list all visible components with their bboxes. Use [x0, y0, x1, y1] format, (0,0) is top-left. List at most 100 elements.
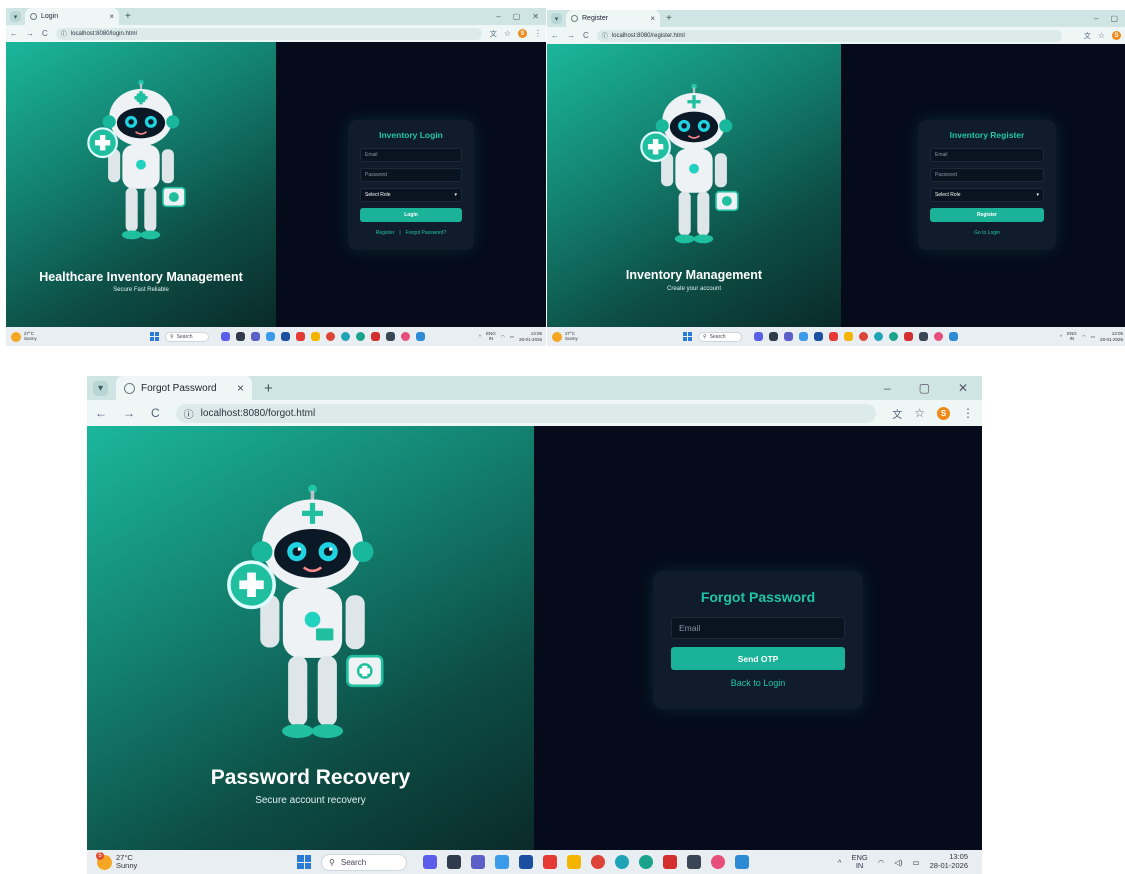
language-indicator[interactable]: ENG IN [1067, 331, 1077, 342]
chrome-icon[interactable] [326, 332, 335, 341]
tab-search-button[interactable]: ▾ [551, 13, 562, 24]
chevron-up-icon[interactable]: ^ [838, 858, 842, 867]
bookmark-star-icon[interactable]: ☆ [504, 29, 511, 38]
reload-button[interactable]: C [42, 29, 48, 38]
reload-button[interactable]: C [151, 406, 160, 420]
battery-icon[interactable]: ▭ [510, 334, 514, 340]
language-indicator[interactable]: ENG IN [851, 853, 867, 871]
email-field[interactable]: Email [360, 148, 462, 162]
password-field[interactable]: Password [360, 168, 462, 182]
weather-widget[interactable]: 5 27°C Sunny [96, 851, 137, 870]
chevron-up-icon[interactable]: ^ [479, 334, 481, 339]
address-bar[interactable]: ⓘ localhost:8080/register.html [596, 29, 1062, 42]
terminal-icon[interactable] [386, 332, 395, 341]
folder-icon[interactable] [567, 855, 581, 869]
terminal-icon[interactable] [687, 855, 701, 869]
chrome-icon[interactable] [859, 332, 868, 341]
teams-icon[interactable] [251, 332, 260, 341]
new-tab-button[interactable]: + [264, 380, 273, 397]
edge-icon[interactable] [874, 332, 883, 341]
paint-icon[interactable] [401, 332, 410, 341]
translate-icon[interactable]: 文 [490, 29, 497, 39]
close-icon[interactable]: × [109, 12, 114, 21]
forward-button[interactable]: → [123, 406, 135, 420]
start-windows-icon[interactable] [150, 332, 159, 341]
new-tab-button[interactable]: + [666, 13, 672, 24]
go-to-login-link[interactable]: Go to Login [974, 230, 1000, 236]
send-otp-button[interactable]: Send OTP [671, 647, 845, 670]
edge-icon[interactable] [341, 332, 350, 341]
password-field[interactable]: Password [930, 168, 1044, 182]
paint-icon[interactable] [711, 855, 725, 869]
menu-icon[interactable]: ⋮ [962, 406, 974, 420]
teams-icon[interactable] [471, 855, 485, 869]
file-explorer-icon[interactable] [769, 332, 778, 341]
forward-button[interactable]: → [567, 31, 575, 40]
vscode-icon[interactable] [735, 855, 749, 869]
edge-icon[interactable] [615, 855, 629, 869]
office-icon[interactable] [829, 332, 838, 341]
folder-icon[interactable] [311, 332, 320, 341]
tab-search-button[interactable]: ▾ [10, 11, 21, 22]
battery-icon[interactable]: ▭ [913, 858, 920, 867]
role-select[interactable]: Select Role ▾ [360, 188, 462, 202]
close-icon[interactable]: × [650, 14, 655, 23]
window-close-button[interactable]: ✕ [958, 381, 968, 395]
minimize-button[interactable]: – [884, 381, 891, 395]
clock[interactable]: 13:05 28-01-2026 [519, 331, 542, 341]
bookmark-star-icon[interactable]: ☆ [1098, 31, 1105, 40]
chat-app-icon[interactable] [754, 332, 763, 341]
role-select[interactable]: Select Role ▾ [930, 188, 1044, 202]
tab-register[interactable]: Register × [566, 10, 660, 27]
new-tab-button[interactable]: + [125, 11, 131, 22]
clock[interactable]: 13:05 28-01-2026 [930, 853, 968, 870]
taskbar-search[interactable]: ⚲ Search [321, 853, 407, 871]
copilot-icon[interactable] [266, 332, 275, 341]
register-link[interactable]: Register [376, 230, 395, 236]
forgot-password-link[interactable]: Forgot Password? [406, 230, 447, 236]
reload-button[interactable]: C [583, 31, 589, 40]
teams-icon[interactable] [784, 332, 793, 341]
tab-forgot-password[interactable]: Forgot Password × [116, 376, 252, 400]
language-indicator[interactable]: ENG IN [486, 331, 496, 342]
profile-avatar[interactable]: S [1112, 31, 1121, 40]
file-explorer-icon[interactable] [236, 332, 245, 341]
translate-icon[interactable]: 文 [1084, 31, 1091, 41]
email-field[interactable]: Email [671, 617, 845, 639]
close-icon[interactable]: × [237, 381, 244, 395]
weather-widget[interactable]: 27°C Sunny [552, 331, 578, 342]
wifi-icon[interactable]: ◠ [501, 334, 505, 340]
clock[interactable]: 13:05 28-01-2026 [1100, 331, 1123, 341]
forward-button[interactable]: → [26, 29, 34, 38]
minimize-button[interactable]: – [1094, 14, 1098, 23]
folder-icon[interactable] [844, 332, 853, 341]
office-icon[interactable] [543, 855, 557, 869]
tab-search-button[interactable]: ▾ [93, 380, 108, 396]
minimize-button[interactable]: – [496, 12, 500, 21]
chat-app-icon[interactable] [221, 332, 230, 341]
chevron-up-icon[interactable]: ^ [1060, 334, 1062, 339]
taskbar-search[interactable]: ⚲ Search [698, 331, 742, 342]
store-icon[interactable] [814, 332, 823, 341]
browser-icon[interactable] [889, 332, 898, 341]
security-icon[interactable] [904, 332, 913, 341]
restore-button[interactable]: ▢ [1110, 14, 1118, 23]
profile-avatar[interactable]: S [518, 29, 527, 38]
menu-icon[interactable]: ⋮ [534, 29, 542, 38]
wifi-icon[interactable]: ◠ [878, 858, 885, 867]
store-icon[interactable] [519, 855, 533, 869]
office-icon[interactable] [296, 332, 305, 341]
chrome-icon[interactable] [591, 855, 605, 869]
profile-avatar[interactable]: S [937, 406, 950, 420]
chat-app-icon[interactable] [423, 855, 437, 869]
security-icon[interactable] [371, 332, 380, 341]
terminal-icon[interactable] [919, 332, 928, 341]
translate-icon[interactable]: 文 [892, 406, 902, 421]
battery-icon[interactable]: ▭ [1091, 334, 1095, 340]
back-button[interactable]: ← [95, 406, 107, 420]
back-button[interactable]: ← [551, 31, 559, 40]
speaker-icon[interactable]: ◁) [894, 858, 902, 867]
paint-icon[interactable] [934, 332, 943, 341]
email-field[interactable]: Email [930, 148, 1044, 162]
taskbar-search[interactable]: ⚲ Search [165, 331, 209, 342]
